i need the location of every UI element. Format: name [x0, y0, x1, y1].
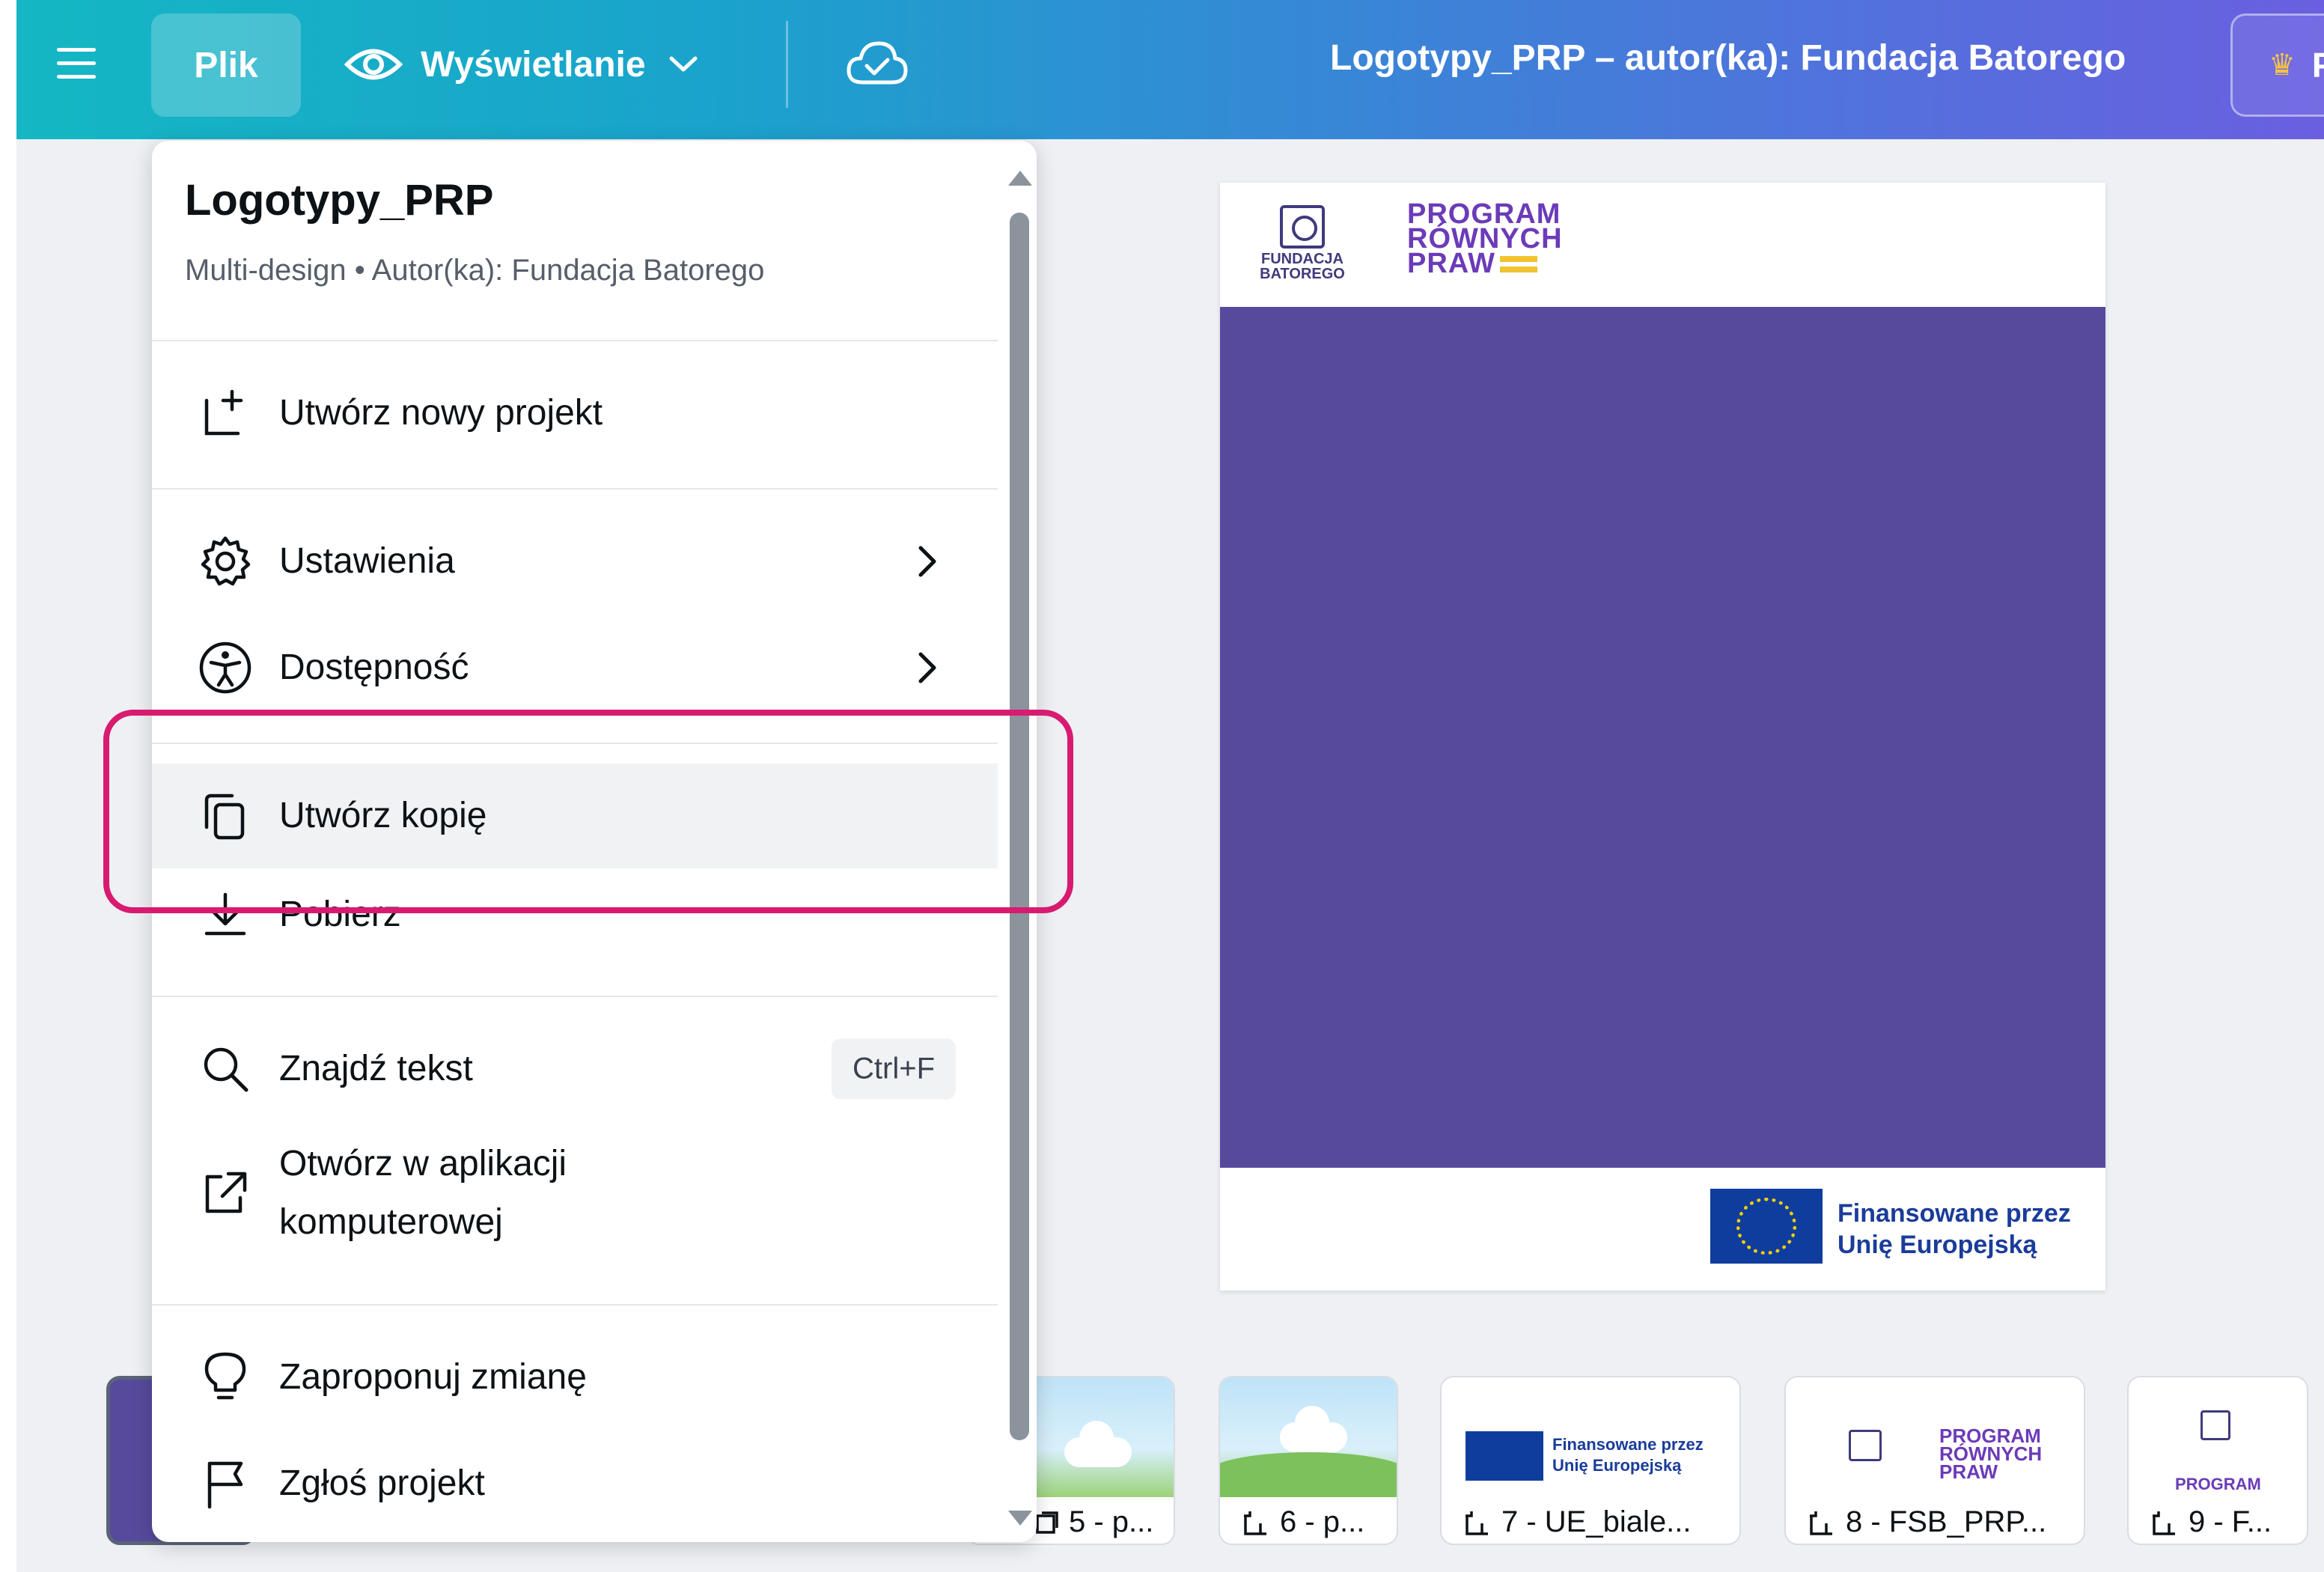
menu-divider — [152, 996, 998, 997]
fb-logo-line2: BATOREGO — [1260, 266, 1345, 282]
page-icon — [1244, 1511, 1266, 1535]
crown-icon: ♛ — [2269, 49, 2296, 82]
menu-item-make-copy[interactable]: Utwórz kopię — [152, 764, 998, 868]
menu-divider — [152, 340, 998, 341]
menu-item-accessibility[interactable]: Dostępność — [152, 615, 998, 720]
app-window: Plik Wyświetlanie Logotypy_PRP – autor(k… — [0, 0, 2324, 1572]
eye-icon — [344, 49, 403, 80]
page-thumbnail-7[interactable]: Finansowane przez Unię Europejską 7 - UE… — [1440, 1376, 1741, 1545]
thumbnail-label: 8 - FSB_PRP... — [1807, 1505, 2046, 1539]
page-thumbnail-6[interactable]: 6 - p... — [1219, 1376, 1398, 1545]
eu-funding-caption: Finansowane przez Unię Europejską — [1837, 1198, 2071, 1261]
thumbnail-image: PROGRAM — [2129, 1377, 2307, 1497]
chevron-down-icon — [669, 56, 698, 72]
lightbulb-icon — [197, 1349, 254, 1406]
file-menu-dropdown: Logotypy_PRP Multi-design • Autor(ka): F… — [152, 141, 1037, 1542]
top-bar: Plik Wyświetlanie Logotypy_PRP – autor(k… — [16, 0, 2324, 139]
pro-button[interactable]: ♛ Pr — [2230, 13, 2324, 117]
page-icon — [2153, 1511, 2175, 1535]
page-thumbnail-9[interactable]: PROGRAM 9 - F... — [2127, 1376, 2308, 1545]
menu-item-settings[interactable]: Ustawienia — [152, 509, 998, 614]
menu-item-label: Otwórz w aplikacji komputerowej — [279, 1135, 567, 1252]
hamburger-icon[interactable] — [54, 42, 99, 87]
thumbnail-label: 6 - p... — [1241, 1505, 1364, 1539]
chevron-right-icon — [918, 546, 936, 577]
menu-divider — [152, 743, 998, 744]
menu-design-title: Logotypy_PRP — [185, 176, 494, 225]
gear-icon — [197, 533, 254, 590]
menu-item-label: Utwórz kopię — [279, 796, 487, 835]
pro-label: Pr — [2311, 46, 2324, 85]
menu-item-label: Zaproponuj zmianę — [279, 1357, 587, 1397]
eu-flag-icon — [1710, 1189, 1823, 1264]
menu-divider — [152, 488, 998, 490]
page-thumbnail-8[interactable]: PROGRAM RÓWNYCH PRAW 8 - FSB_PRP... — [1784, 1376, 2085, 1545]
equals-mark-icon — [1500, 255, 1537, 272]
page-icon — [1466, 1511, 1488, 1535]
menu-item-report-design[interactable]: Zgłoś projekt — [152, 1431, 998, 1536]
menu-scrollbar[interactable] — [1005, 171, 1032, 1526]
fundacja-batorego-logo: FUNDACJA BATOREGO — [1250, 205, 1355, 281]
scrollbar-thumb[interactable] — [1010, 213, 1029, 1440]
menu-header: Logotypy_PRP Multi-design • Autor(ka): F… — [185, 175, 764, 287]
thumbnail-image: Finansowane przez Unię Europejską — [1442, 1377, 1739, 1497]
thumbnail-label: 5 - p... — [1034, 1505, 1153, 1539]
prp-logo-line3: PRAW — [1407, 248, 1495, 279]
program-rownych-praw-logo: PROGRAM RÓWNYCH PRAW — [1407, 200, 1563, 279]
menu-item-download[interactable]: Pobierz — [152, 870, 998, 960]
menu-divider — [152, 1304, 998, 1306]
chevron-right-icon — [918, 652, 936, 683]
menu-design-subtitle: Multi-design • Autor(ka): Fundacja Bator… — [185, 254, 765, 287]
new-design-icon — [197, 385, 254, 442]
view-menu-label: Wyświetlanie — [421, 44, 646, 85]
menu-item-label: Zgłoś projekt — [279, 1463, 485, 1503]
menu-item-suggest-change[interactable]: Zaproponuj zmianę — [152, 1325, 998, 1430]
design-canvas[interactable]: FUNDACJA BATOREGO PROGRAM RÓWNYCH PRAW F… — [1220, 183, 2105, 1291]
eu-caption-line1: Finansowane przez — [1837, 1199, 2071, 1228]
download-icon — [197, 886, 254, 943]
menu-item-new-design[interactable]: Utwórz nowy projekt — [152, 361, 998, 466]
thumbnail-label: 7 - UE_biale... — [1463, 1505, 1691, 1539]
purple-panel — [1220, 307, 2105, 1168]
thumbnail-image: PROGRAM RÓWNYCH PRAW — [1786, 1377, 2084, 1497]
menu-item-label: Ustawienia — [279, 541, 455, 581]
menu-item-find-text[interactable]: Znajdź tekst Ctrl+F — [152, 1017, 998, 1121]
eu-caption-line2: Unię Europejską — [1837, 1231, 2037, 1259]
thumbnail-image — [1220, 1377, 1397, 1497]
menu-item-label: Utwórz nowy projekt — [279, 393, 603, 433]
thumbnail-label: 9 - F... — [2150, 1505, 2272, 1539]
toolbar-divider — [786, 21, 788, 108]
menu-item-label: Znajdź tekst — [279, 1049, 473, 1088]
view-menu-button[interactable]: Wyświetlanie — [344, 27, 698, 102]
cloud-saved-icon[interactable] — [846, 39, 909, 92]
flag-icon — [197, 1455, 254, 1512]
document-title: Logotypy_PRP – autor(ka): Fundacja Bator… — [1330, 38, 2126, 78]
external-link-icon — [197, 1165, 254, 1222]
keyboard-shortcut-badge: Ctrl+F — [832, 1038, 956, 1100]
page-icon — [1036, 1511, 1058, 1534]
scroll-up-arrow-icon[interactable] — [1008, 171, 1032, 186]
fundacja-logo-mark-icon — [1280, 205, 1325, 249]
fb-logo-line1: FUNDACJA — [1261, 251, 1344, 267]
page-icon — [1810, 1511, 1832, 1535]
scroll-down-arrow-icon[interactable] — [1008, 1511, 1032, 1526]
accessibility-icon — [197, 639, 254, 696]
file-menu-button[interactable]: Plik — [151, 13, 301, 117]
menu-item-label-line1: Otwórz w aplikacji — [279, 1144, 567, 1183]
menu-item-label: Dostępność — [279, 648, 469, 687]
search-icon — [197, 1041, 254, 1097]
menu-item-open-desktop-app[interactable]: Otwórz w aplikacji komputerowej — [152, 1123, 998, 1264]
copy-icon — [197, 787, 254, 844]
menu-item-label-line2: komputerowej — [279, 1202, 503, 1242]
menu-item-label: Pobierz — [279, 895, 401, 934]
